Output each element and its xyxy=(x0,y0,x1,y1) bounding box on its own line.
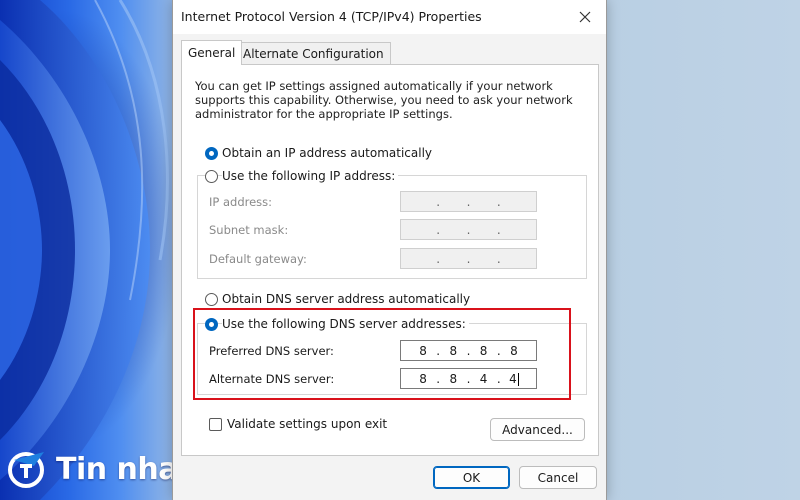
dns-octet-3: 4 xyxy=(479,371,488,386)
alternate-dns-input[interactable]: 8. 8. 4. 4 xyxy=(400,368,537,389)
default-gateway-input[interactable]: . . . xyxy=(400,248,537,269)
advanced-button[interactable]: Advanced... xyxy=(490,418,585,441)
ip-dot: . xyxy=(496,251,501,266)
general-tab-panel: You can get IP settings assigned automat… xyxy=(181,64,599,456)
radio-unselected-indicator[interactable] xyxy=(205,292,218,306)
dns-octet-4-value: 4 xyxy=(509,371,517,386)
ip-dot: . xyxy=(496,343,501,358)
ip-dot: . xyxy=(496,194,501,209)
obtain-ip-auto-radio[interactable]: Obtain an IP address automatically xyxy=(205,146,436,160)
obtain-dns-auto-label: Obtain DNS server address automatically xyxy=(222,292,474,306)
ip-dot: . xyxy=(466,222,471,237)
ip-address-input[interactable]: . . . xyxy=(400,191,537,212)
dns-octet-2: 8 xyxy=(449,371,458,386)
ipv4-properties-dialog: Internet Protocol Version 4 (TCP/IPv4) P… xyxy=(172,0,607,500)
radio-unselected-indicator[interactable] xyxy=(205,169,218,183)
ok-button[interactable]: OK xyxy=(433,466,510,489)
ip-dot: . xyxy=(436,371,441,386)
dns-octet-4: 8 xyxy=(510,343,518,358)
tab-general[interactable]: General xyxy=(181,40,243,65)
dns-octet-4: 4 xyxy=(506,372,522,386)
cancel-button[interactable]: Cancel xyxy=(519,466,597,489)
use-following-dns-label: Use the following DNS server addresses: xyxy=(222,317,469,331)
ip-dot: . xyxy=(466,371,471,386)
dialog-title: Internet Protocol Version 4 (TCP/IPv4) P… xyxy=(181,9,482,24)
ip-dot: . xyxy=(466,251,471,266)
close-button[interactable] xyxy=(570,3,600,31)
brand-logo-icon xyxy=(8,452,44,488)
use-following-ip-label: Use the following IP address: xyxy=(222,169,399,183)
title-bar[interactable]: Internet Protocol Version 4 (TCP/IPv4) P… xyxy=(173,0,606,34)
dns-octet-1: 8 xyxy=(419,371,427,386)
description-text: You can get IP settings assigned automat… xyxy=(195,79,573,121)
validate-settings-label: Validate settings upon exit xyxy=(227,417,388,431)
subnet-mask-label: Subnet mask: xyxy=(209,223,289,237)
obtain-dns-auto-radio[interactable]: Obtain DNS server address automatically xyxy=(205,292,474,306)
ip-dot: . xyxy=(466,194,471,209)
preferred-dns-label: Preferred DNS server: xyxy=(209,344,334,358)
ip-dot: . xyxy=(436,343,441,358)
preferred-dns-input[interactable]: 8. 8. 8. 8 xyxy=(400,340,537,361)
validate-settings-checkbox[interactable]: Validate settings upon exit xyxy=(209,417,387,431)
radio-selected-indicator[interactable] xyxy=(205,146,218,160)
use-following-dns-radio[interactable]: Use the following DNS server addresses: xyxy=(205,317,469,331)
ip-dot: . xyxy=(496,371,501,386)
ip-dot: . xyxy=(436,194,441,209)
obtain-ip-auto-label: Obtain an IP address automatically xyxy=(222,146,436,160)
close-icon xyxy=(579,11,591,23)
dns-octet-2: 8 xyxy=(449,343,458,358)
text-caret xyxy=(517,372,519,386)
default-gateway-label: Default gateway: xyxy=(209,252,307,266)
dns-octet-1: 8 xyxy=(419,343,427,358)
tab-alternate-configuration[interactable]: Alternate Configuration xyxy=(236,42,391,64)
dns-octet-3: 8 xyxy=(479,343,488,358)
ip-dot: . xyxy=(436,251,441,266)
subnet-mask-input[interactable]: . . . xyxy=(400,219,537,240)
ip-dot: . xyxy=(496,222,501,237)
use-following-ip-radio[interactable]: Use the following IP address: xyxy=(205,169,399,183)
radio-selected-indicator[interactable] xyxy=(205,317,218,331)
ip-dot: . xyxy=(436,222,441,237)
ip-dot: . xyxy=(466,343,471,358)
ip-address-label: IP address: xyxy=(209,195,273,209)
checkbox-box[interactable] xyxy=(209,417,222,431)
alternate-dns-label: Alternate DNS server: xyxy=(209,372,335,386)
